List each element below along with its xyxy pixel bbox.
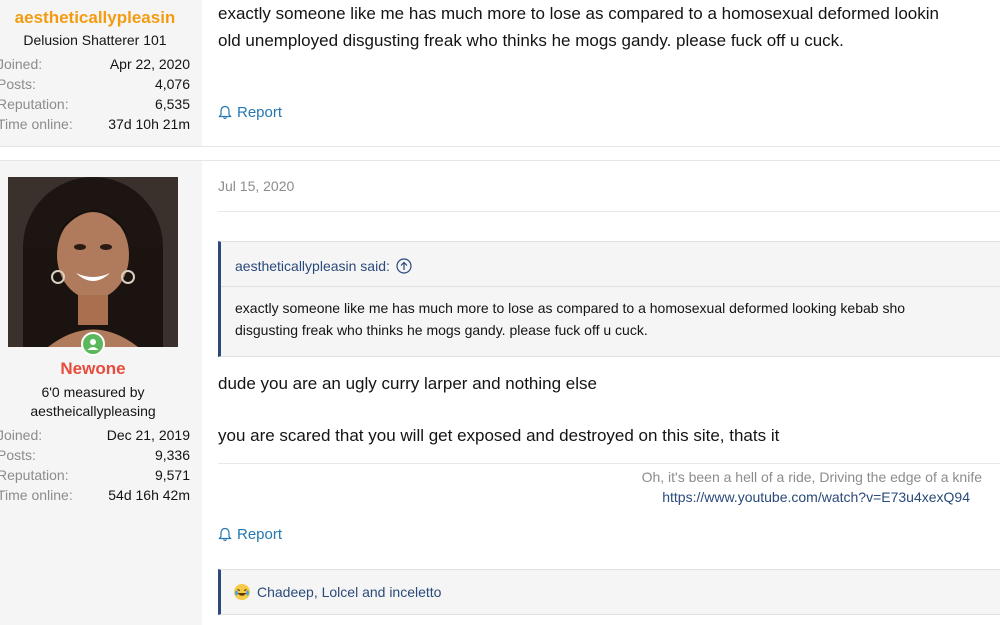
quote-block: aestheticallypleasin said: exactly someo… <box>218 241 1000 357</box>
header-divider <box>218 211 1000 212</box>
post-separator <box>0 146 1000 161</box>
user-title: Delusion Shatterer 101 <box>23 32 167 48</box>
bell-icon <box>218 527 232 542</box>
laughing-emoji-icon <box>234 584 250 600</box>
signature: Oh, it's been a hell of a ride, Driving … <box>641 469 982 507</box>
quote-attribution[interactable]: aestheticallypleasin said: <box>221 242 1000 286</box>
avatar-image <box>8 177 178 347</box>
post-message: exactly someone like me has much more to… <box>218 4 939 50</box>
post-date[interactable]: Jul 15, 2020 <box>218 178 294 194</box>
stat-joined: Joined: Apr 22, 2020 <box>0 56 190 72</box>
stat-posts: Posts: 9,336 <box>0 447 190 463</box>
user-avatar[interactable] <box>8 177 178 347</box>
online-status-icon <box>81 332 105 356</box>
post-1-content: exactly someone like me has much more to… <box>202 0 1000 146</box>
post-2-content: Jul 15, 2020 aestheticallypleasin said: … <box>202 160 1000 625</box>
post-1-user-panel: aestheticallypleasin Delusion Shatterer … <box>0 0 203 146</box>
post-2-user-panel: Newone 6'0 measured by aestheicallypleas… <box>0 160 203 625</box>
post-2: Newone 6'0 measured by aestheicallypleas… <box>0 160 1000 625</box>
username-link[interactable]: Newone <box>0 359 186 379</box>
report-button[interactable]: Report <box>218 104 282 121</box>
signature-divider <box>218 463 1000 464</box>
stat-time-online: Time online: 54d 16h 42m <box>0 487 190 503</box>
quote-content: exactly someone like me has much more to… <box>235 300 906 338</box>
report-button[interactable]: Report <box>218 526 282 543</box>
username-link[interactable]: aestheticallypleasin <box>0 8 190 28</box>
stat-time-online: Time online: 37d 10h 21m <box>0 116 190 132</box>
user-title: 6'0 measured by aestheicallypleasing <box>30 384 156 419</box>
bell-icon <box>218 105 232 120</box>
stat-reputation: Reputation: 9,571 <box>0 467 190 483</box>
reactions-bar[interactable]: Chadeep, Lolcel and inceletto <box>218 569 1000 615</box>
post-message: dude you are an ugly curry larper and no… <box>218 374 780 445</box>
user-stats: Joined: Dec 21, 2019 Posts: 9,336 Reputati… <box>0 425 190 505</box>
arrow-up-circle-icon[interactable] <box>396 258 412 274</box>
signature-link[interactable]: https://www.youtube.com/watch?v=E73u4xex… <box>642 487 970 507</box>
stat-reputation: Reputation: 6,535 <box>0 96 190 112</box>
user-stats: Joined: Apr 22, 2020 Posts: 4,076 Reputati… <box>0 54 190 134</box>
post-1: aestheticallypleasin Delusion Shatterer … <box>0 0 1000 146</box>
stat-posts: Posts: 4,076 <box>0 76 190 92</box>
stat-joined: Joined: Dec 21, 2019 <box>0 427 190 443</box>
